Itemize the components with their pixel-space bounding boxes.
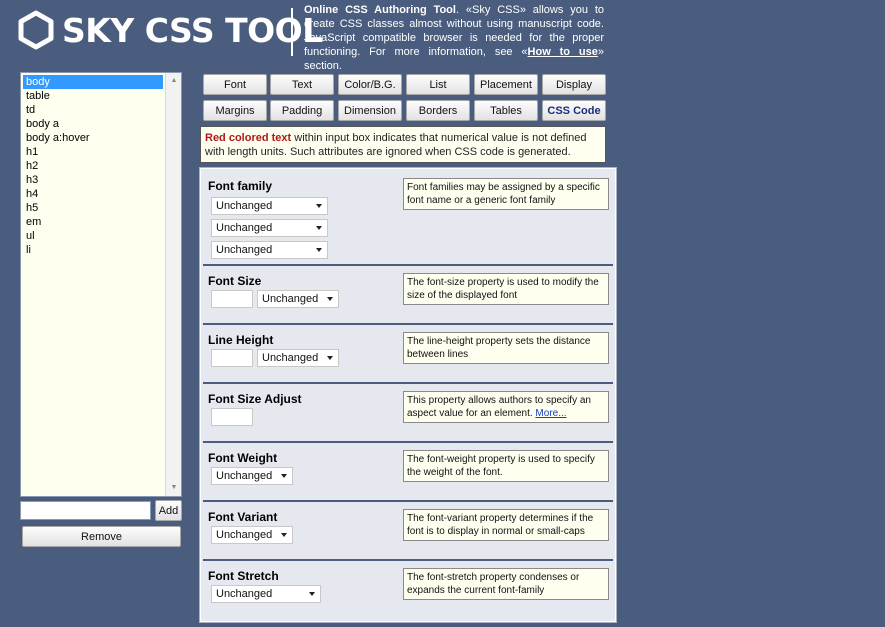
- selector-item[interactable]: em: [23, 215, 163, 229]
- font-variant-hint: The font-variant property determines if …: [403, 509, 609, 541]
- chevron-down-icon: [281, 474, 287, 478]
- selector-list[interactable]: body table td body a body a:hover h1 h2 …: [20, 72, 182, 497]
- tab-placement[interactable]: Placement: [474, 74, 538, 95]
- chevron-down-icon: [281, 533, 287, 537]
- section-font-size: Font Size Unchanged The font-size proper…: [203, 266, 613, 325]
- section-title: Line Height: [208, 333, 274, 347]
- selector-item[interactable]: td: [23, 103, 163, 117]
- header-description: Online CSS Authoring Tool. «Sky CSS» all…: [304, 3, 604, 73]
- font-size-adjust-hint: This property allows authors to specify …: [403, 391, 609, 423]
- tab-display[interactable]: Display: [542, 74, 606, 95]
- line-height-hint: The line-height property sets the distan…: [403, 332, 609, 364]
- notice-red-text: Red colored text: [205, 132, 292, 144]
- font-family-hint: Font families may be assigned by a speci…: [403, 178, 609, 210]
- tab-list[interactable]: List: [406, 74, 470, 95]
- section-title: Font Stretch: [208, 569, 279, 583]
- scroll-up-icon[interactable]: ▲: [166, 74, 181, 88]
- selector-item[interactable]: h5: [23, 201, 163, 215]
- section-title: Font Variant: [208, 510, 278, 524]
- more-link[interactable]: More...: [535, 408, 566, 419]
- header-desc-title: Online CSS Authoring Tool: [304, 4, 456, 16]
- selector-scrollbar[interactable]: ▲ ▼: [165, 73, 181, 496]
- font-stretch-select[interactable]: Unchanged: [211, 585, 321, 603]
- header-divider: [291, 8, 293, 56]
- font-family-select-3[interactable]: Unchanged: [211, 241, 328, 259]
- remove-button[interactable]: Remove: [22, 526, 181, 547]
- chevron-down-icon: [309, 592, 315, 596]
- chevron-down-icon: [327, 356, 333, 360]
- selector-item[interactable]: h3: [23, 173, 163, 187]
- section-font-size-adjust: Font Size Adjust This property allows au…: [203, 384, 613, 443]
- selector-item[interactable]: ul: [23, 229, 163, 243]
- font-weight-select[interactable]: Unchanged: [211, 467, 293, 485]
- chevron-down-icon: [316, 204, 322, 208]
- section-font-stretch: Font Stretch Unchanged The font-stretch …: [203, 561, 613, 620]
- add-button[interactable]: Add: [155, 500, 182, 521]
- font-size-input[interactable]: [211, 290, 253, 308]
- tab-dimension[interactable]: Dimension: [338, 100, 402, 121]
- selector-item[interactable]: body a: [23, 117, 163, 131]
- selector-item[interactable]: h4: [23, 187, 163, 201]
- section-font-variant: Font Variant Unchanged The font-variant …: [203, 502, 613, 561]
- font-weight-hint: The font-weight property is used to spec…: [403, 450, 609, 482]
- selector-item[interactable]: h2: [23, 159, 163, 173]
- section-title: Font Weight: [208, 451, 278, 465]
- font-size-unit-select[interactable]: Unchanged: [257, 290, 339, 308]
- selector-item[interactable]: table: [23, 89, 163, 103]
- section-font-family: Font family Unchanged Unchanged Unchange…: [203, 171, 613, 266]
- font-size-adjust-input[interactable]: [211, 408, 253, 426]
- tab-text[interactable]: Text: [270, 74, 334, 95]
- font-stretch-hint: The font-stretch property condenses or e…: [403, 568, 609, 600]
- how-to-use-link[interactable]: How to use: [528, 46, 598, 58]
- selector-item[interactable]: body a:hover: [23, 131, 163, 145]
- tab-margins[interactable]: Margins: [203, 100, 267, 121]
- section-title: Font Size: [208, 274, 262, 288]
- chevron-down-icon: [316, 226, 322, 230]
- tab-tables[interactable]: Tables: [474, 100, 538, 121]
- tab-padding[interactable]: Padding: [270, 100, 334, 121]
- section-title: Font family: [208, 179, 273, 193]
- tab-borders[interactable]: Borders: [406, 100, 470, 121]
- logo: SKY CSS TOOL: [16, 10, 323, 50]
- selector-item[interactable]: body: [23, 75, 163, 89]
- tab-font[interactable]: Font: [203, 74, 267, 95]
- chevron-down-icon: [327, 297, 333, 301]
- section-line-height: Line Height Unchanged The line-height pr…: [203, 325, 613, 384]
- font-properties-panel: Font family Unchanged Unchanged Unchange…: [199, 167, 617, 623]
- hexagon-logo-icon: [18, 10, 54, 50]
- section-font-weight: Font Weight Unchanged The font-weight pr…: [203, 443, 613, 502]
- selector-item[interactable]: li: [23, 243, 163, 257]
- logo-text: SKY CSS TOOL: [62, 10, 323, 50]
- font-family-select-2[interactable]: Unchanged: [211, 219, 328, 237]
- font-variant-select[interactable]: Unchanged: [211, 526, 293, 544]
- selector-item[interactable]: h1: [23, 145, 163, 159]
- line-height-unit-select[interactable]: Unchanged: [257, 349, 339, 367]
- font-size-hint: The font-size property is used to modify…: [403, 273, 609, 305]
- font-family-select-1[interactable]: Unchanged: [211, 197, 328, 215]
- new-selector-input[interactable]: [20, 501, 151, 520]
- tab-color-bg[interactable]: Color/B.G.: [338, 74, 402, 95]
- line-height-input[interactable]: [211, 349, 253, 367]
- scroll-down-icon[interactable]: ▼: [166, 481, 181, 495]
- section-title: Font Size Adjust: [208, 392, 302, 406]
- tab-css-code[interactable]: CSS Code: [542, 100, 606, 121]
- units-notice: Red colored text within input box indica…: [200, 126, 606, 163]
- chevron-down-icon: [316, 248, 322, 252]
